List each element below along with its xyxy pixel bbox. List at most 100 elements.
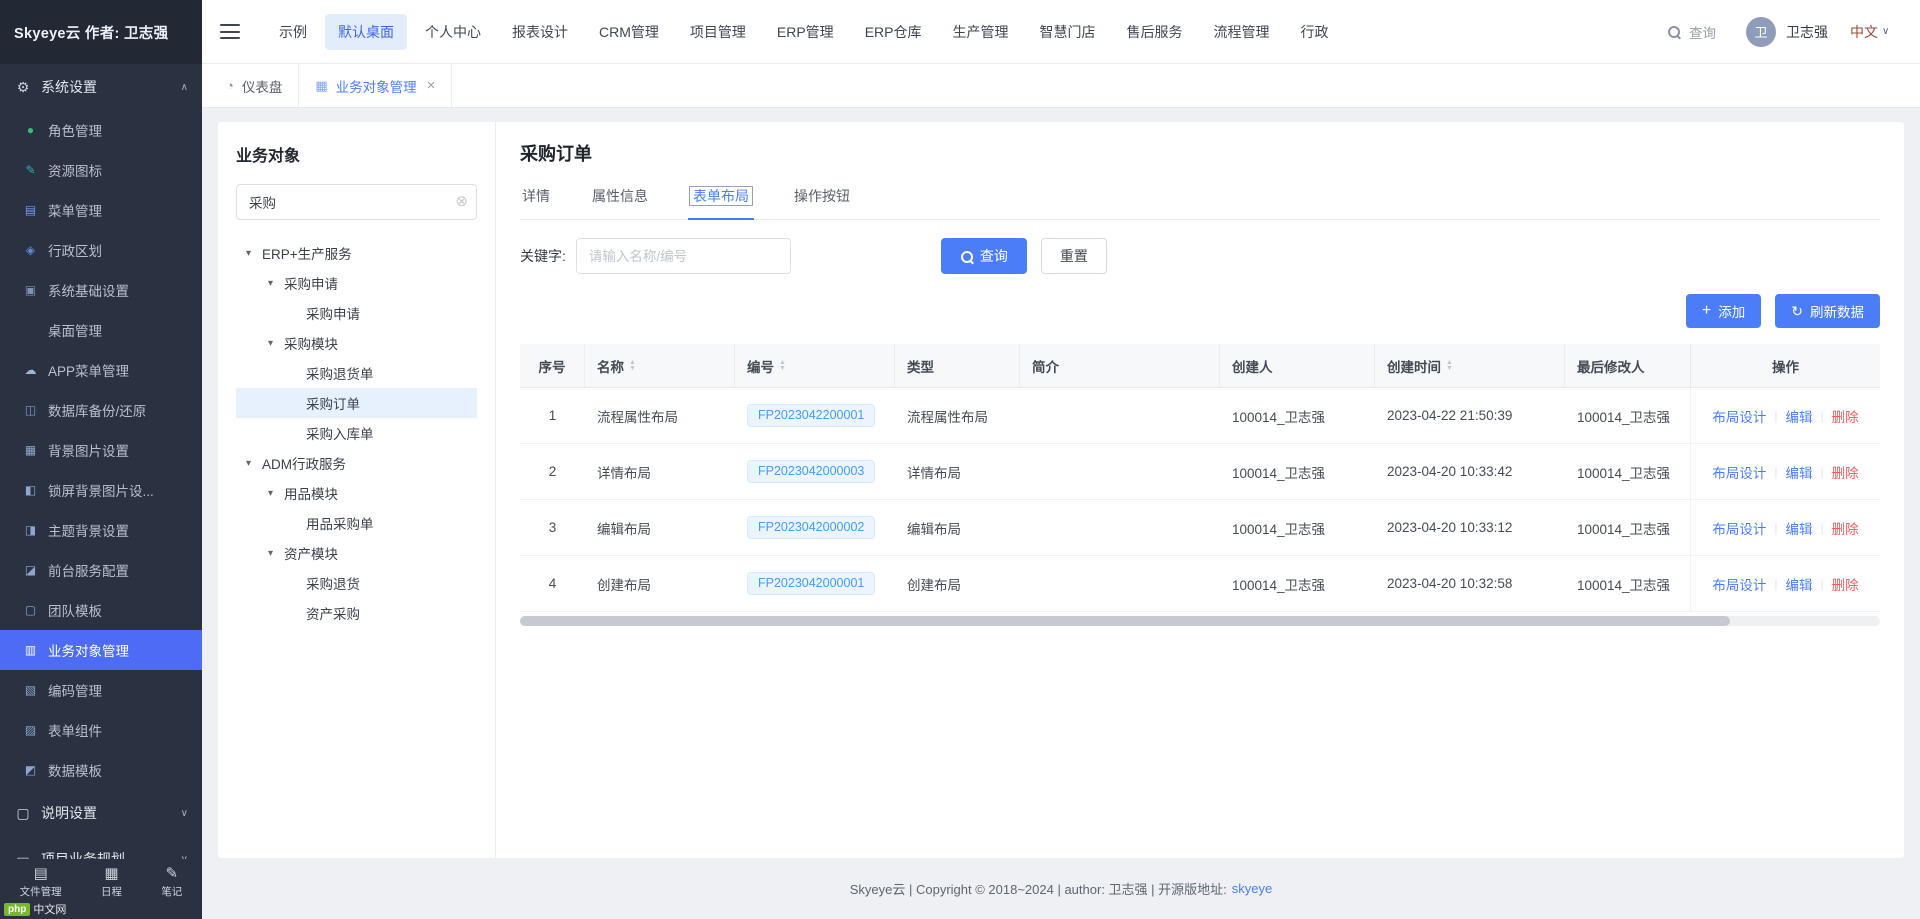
tree-node[interactable]: 采购订单 [236,388,477,418]
layout-design-link[interactable]: 布局设计 [1712,462,1766,482]
detail-tab[interactable]: 详情 [520,186,552,219]
sidebar-item[interactable]: ●角色管理 [0,110,202,150]
delete-link[interactable]: 删除 [1832,518,1859,538]
workspace-tab[interactable]: ▦业务对象管理× [299,64,452,107]
topnav-item[interactable]: 默认桌面 [325,14,407,50]
sidebar-item[interactable]: ▤菜单管理 [0,190,202,230]
topnav-item[interactable]: 售后服务 [1113,14,1195,50]
column-label: 序号 [539,356,566,376]
sidebar-item[interactable]: 桌面管理 [0,310,202,350]
menu-collapse-icon[interactable] [220,24,240,39]
table-body: 1流程属性布局FP2023042200001流程属性布局100014_卫志强20… [520,388,1880,612]
avatar[interactable]: 卫 [1746,17,1776,47]
caret-down-icon: ▾ [268,488,284,499]
close-icon[interactable]: × [427,78,436,93]
tree-node-label: 采购退货 [306,573,360,593]
delete-link[interactable]: 删除 [1832,406,1859,426]
sidebar-group-label: 项目业务规划 [41,849,181,859]
sidebar-footer-item[interactable]: ▦日程 [101,866,122,899]
tree-node-label: 采购订单 [306,393,360,413]
tree-node[interactable]: ▾采购模块 [236,328,477,358]
sort-icon[interactable]: ▲▼ [629,360,636,372]
sidebar-item[interactable]: ◧锁屏背景图片设... [0,470,202,510]
topnav-item[interactable]: 示例 [266,14,320,50]
sidebar-item[interactable]: ▧编码管理 [0,670,202,710]
layout-design-link[interactable]: 布局设计 [1712,574,1766,594]
layout-design-link[interactable]: 布局设计 [1712,518,1766,538]
delete-link[interactable]: 删除 [1832,462,1859,482]
sort-icon[interactable]: ▲▼ [1446,360,1453,372]
sidebar-item[interactable]: ▥业务对象管理 [0,630,202,670]
sort-icon[interactable]: ▲▼ [779,360,786,372]
table-cell: 100014_卫志强 [1565,556,1695,611]
tree-node[interactable]: 用品采购单 [236,508,477,538]
sidebar-item[interactable]: ☁APP菜单管理 [0,350,202,390]
tree-node[interactable]: 采购退货单 [236,358,477,388]
detail-tab[interactable]: 表单布局 [688,186,754,220]
tree-node[interactable]: 采购退货 [236,568,477,598]
tree-node[interactable]: ▾ERP+生产服务 [236,238,477,268]
detail-tab-label: 属性信息 [592,188,648,204]
table-column-header: 名称▲▼ [585,344,735,387]
edit-link[interactable]: 编辑 [1786,518,1813,538]
detail-tab[interactable]: 操作按钮 [792,186,852,219]
edit-link[interactable]: 编辑 [1786,574,1813,594]
sidebar-group[interactable]: ▢说明设置∨ [0,790,202,836]
sidebar-item[interactable]: ▣系统基础设置 [0,270,202,310]
table-cell: FP2023042000003 [735,444,895,499]
sidebar-item[interactable]: ▢团队模板 [0,590,202,630]
caret-down-icon: ▾ [268,278,284,289]
sidebar-item[interactable]: ◈行政区划 [0,230,202,270]
file-manage-icon: ▤ [34,866,48,881]
workspace-tab[interactable]: ◔仪表盘 [210,64,299,107]
footer-link[interactable]: skyeye [1232,881,1272,896]
sidebar-item[interactable]: ✎资源图标 [0,150,202,190]
topnav-item[interactable]: 个人中心 [412,14,494,50]
edit-link[interactable]: 编辑 [1786,406,1813,426]
panel-title: 业务对象 [236,142,477,166]
delete-link[interactable]: 删除 [1832,574,1859,594]
sidebar-group[interactable]: ⚙系统设置∧ [0,64,202,110]
keyword-input[interactable] [576,238,791,274]
topnav-item[interactable]: 项目管理 [677,14,759,50]
sidebar-item[interactable]: ◪前台服务配置 [0,550,202,590]
layout-design-link[interactable]: 布局设计 [1712,406,1766,426]
topnav-item[interactable]: 生产管理 [939,14,1021,50]
username[interactable]: 卫志强 [1786,22,1828,42]
search-button[interactable]: 查询 [941,238,1027,274]
sidebar-group[interactable]: ▭项目业务规划∨ [0,836,202,859]
tree-node[interactable]: 资产采购 [236,598,477,628]
sidebar-item[interactable]: ◩数据模板 [0,750,202,790]
scrollbar-thumb[interactable] [520,616,1730,626]
refresh-button[interactable]: ↻ 刷新数据 [1775,294,1880,328]
language-switcher[interactable]: 中文 ∨ [1850,22,1898,42]
tree-node[interactable]: ▾ADM行政服务 [236,448,477,478]
tree-node[interactable]: 采购入库单 [236,418,477,448]
topnav-item[interactable]: 智慧门店 [1026,14,1108,50]
sidebar-item[interactable]: ▨表单组件 [0,710,202,750]
clear-icon[interactable]: ⊗ [455,194,468,209]
tree-node[interactable]: ▾采购申请 [236,268,477,298]
sidebar-item[interactable]: ◫数据库备份/还原 [0,390,202,430]
topnav-item[interactable]: 流程管理 [1200,14,1282,50]
edit-link[interactable]: 编辑 [1786,462,1813,482]
global-search[interactable]: 查询 [1667,22,1716,42]
sidebar-footer-item[interactable]: ✎笔记 [161,866,182,899]
tree-search-input[interactable] [236,184,477,220]
tree-node[interactable]: 采购申请 [236,298,477,328]
add-button[interactable]: + 添加 [1686,294,1761,328]
sidebar-footer-item[interactable]: ▤文件管理 [20,866,62,899]
workspace-tab-label: 业务对象管理 [336,76,417,96]
tree-node[interactable]: ▾用品模块 [236,478,477,508]
topnav-item[interactable]: ERP管理 [764,14,847,50]
topnav-item[interactable]: ERP仓库 [852,14,935,50]
tree-node[interactable]: ▾资产模块 [236,538,477,568]
sidebar-item[interactable]: ▦背景图片设置 [0,430,202,470]
sidebar-item[interactable]: ◨主题背景设置 [0,510,202,550]
detail-tab[interactable]: 属性信息 [590,186,650,219]
topnav-item[interactable]: 行政 [1287,14,1341,50]
topnav-item[interactable]: CRM管理 [586,14,672,50]
detail-tab-label: 详情 [522,188,550,204]
reset-button[interactable]: 重置 [1041,238,1107,274]
topnav-item[interactable]: 报表设计 [499,14,581,50]
